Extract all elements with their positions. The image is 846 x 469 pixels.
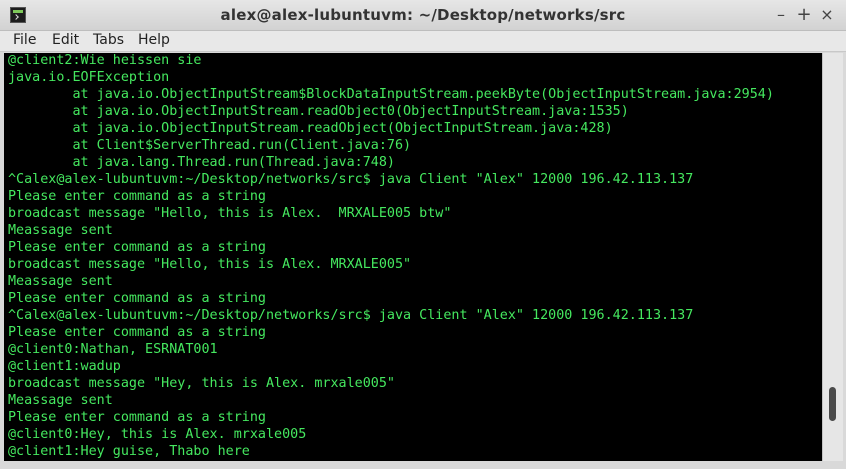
menu-help[interactable]: Help [138,32,170,48]
terminal-line: broadcast message "Hello, this is Alex. … [8,206,452,221]
terminal-line: Please enter command as a string [8,240,266,255]
terminal-line: Meassage sent [8,223,113,238]
terminal-line: ^Calex@alex-lubuntuvm:~/Desktop/networks… [8,172,694,187]
terminal-line: at java.io.ObjectInputStream.readObject(… [8,121,613,136]
close-button[interactable]: × [816,4,838,26]
terminal-line: @client1:wadup [8,359,121,374]
window-title: alex@alex-lubuntuvm: ~/Desktop/networks/… [220,6,626,24]
menu-tabs[interactable]: Tabs [93,32,124,48]
terminal-line: @client1:Hey guise, Thabo here [8,444,250,459]
terminal-output[interactable]: @client2:Wie heissen sie java.io.EOFExce… [4,53,822,461]
menu-bar: File Edit Tabs Help [0,31,846,52]
terminal-line: at java.io.ObjectInputStream$BlockDataIn… [8,87,774,102]
terminal-line: Meassage sent [8,274,113,289]
terminal-line: ^Calex@alex-lubuntuvm:~/Desktop/networks… [8,308,694,323]
window-bottom-edge [0,462,846,469]
terminal-line: java.io.EOFException [8,70,170,85]
menu-file[interactable]: File [13,32,36,48]
terminal-line: Please enter command as a string [8,291,266,306]
terminal-line: @client0:Nathan, ESRNAT001 [8,342,218,357]
terminal-line: @client2:Wie heissen sie [8,53,202,68]
maximize-button[interactable]: + [793,4,815,26]
terminal-line: broadcast message "Hello, this is Alex. … [8,257,412,272]
scrollbar-thumb[interactable] [829,387,836,421]
terminal-line: @client0:Hey, this is Alex. mrxale005 [8,427,307,442]
menu-edit[interactable]: Edit [52,32,79,48]
title-bar[interactable]: alex@alex-lubuntuvm: ~/Desktop/networks/… [0,0,846,31]
terminal-line: broadcast message "Hey, this is Alex. mr… [8,376,395,391]
terminal-line: Please enter command as a string [8,189,266,204]
terminal-window: alex@alex-lubuntuvm: ~/Desktop/networks/… [0,0,846,469]
terminal-line: Please enter command as a string [8,410,266,425]
terminal-line: at Client$ServerThread.run(Client.java:7… [8,138,412,153]
terminal-line: at java.lang.Thread.run(Thread.java:748) [8,155,395,170]
terminal-line: Please enter command as a string [8,325,266,340]
terminal-line: Meassage sent [8,393,113,408]
minimize-button[interactable]: – [770,4,792,26]
terminal-line: at java.io.ObjectInputStream.readObject0… [8,104,629,119]
vertical-scrollbar[interactable] [822,53,843,461]
